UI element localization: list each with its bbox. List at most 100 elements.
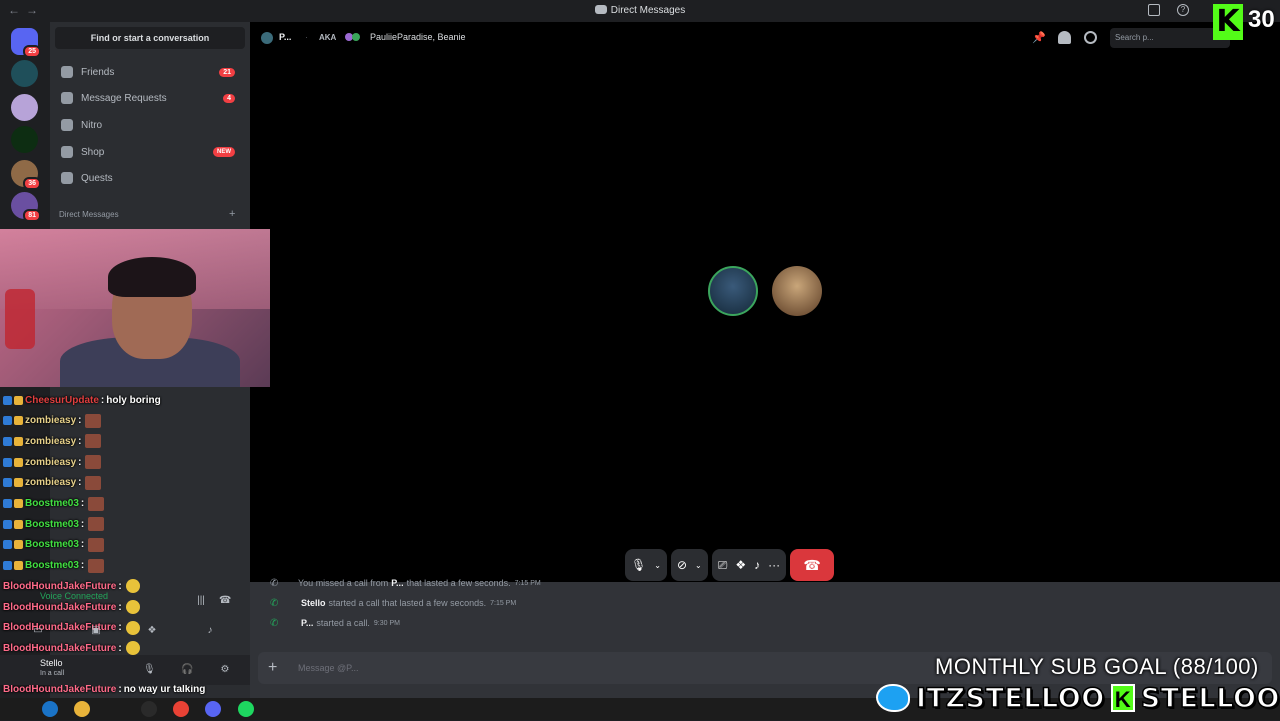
noise-suppression-icon[interactable]: ||| [195,595,207,607]
header-dot: · [305,32,308,42]
settings-gear-icon[interactable]: ⚙ [219,664,231,676]
soundboard-icon[interactable]: ♪ [754,558,760,572]
soundboard-small-icon[interactable]: ♪ [204,625,216,637]
chat-username: Boostme03 [25,560,79,572]
camera-off-icon[interactable]: ⊘ [677,558,687,572]
inbox-icon[interactable] [1148,4,1160,16]
prime-badge-icon [3,416,12,426]
home-dm-button[interactable]: 25 [11,28,41,58]
emote-icon [85,413,102,428]
search-input[interactable]: Search p... [1110,28,1230,48]
user-profile-icon[interactable] [1084,31,1097,44]
sidebar-item-label: Quests [81,172,113,184]
more-options-icon[interactable]: ··· [768,558,780,572]
pin-icon[interactable]: 📌 [1032,31,1046,44]
user-name[interactable]: Stello [40,658,63,668]
chat-username: zombieasy [25,435,77,447]
video-icon[interactable]: ▭ [32,625,44,637]
message-user[interactable]: P... [391,578,403,588]
streamer-webcam [0,229,270,387]
disconnect-icon[interactable]: ☎ [219,595,231,607]
chat-line: Boostme03 : [3,494,105,514]
emote-icon [85,475,102,490]
sidebar-item-label: Message Requests [81,92,167,104]
server-icon[interactable] [11,94,38,121]
call-icon: ✆ [270,617,279,629]
mic-options-chevron-icon[interactable]: ⌄ [654,561,661,570]
sub-badge-icon [14,457,23,467]
sidebar-item-shop[interactable]: Shop NEW [58,140,242,164]
sidebar-item-quests[interactable]: Quests [58,166,242,190]
camera-options-chevron-icon[interactable]: ⌄ [695,561,702,570]
mention-badge: 25 [23,45,41,58]
activities-icon[interactable]: ❖ [735,558,746,572]
prime-badge-icon [3,499,12,508]
kick-handle: STELLOOO [1140,682,1280,715]
chrome-taskbar-icon[interactable] [173,701,189,717]
callee-avatar[interactable] [772,266,822,316]
sidebar-item-nitro[interactable]: Nitro [58,113,242,137]
user-status: In a call [40,670,65,677]
prime-badge-icon [3,457,12,467]
attach-plus-icon[interactable]: + [268,660,277,676]
social-handles: ITZSTELLOO K STELLOOO [876,680,1280,716]
call-icon: ✆ [270,597,279,609]
message-timestamp: 7:15 PM [490,599,517,607]
message-user[interactable]: Stello [301,598,326,608]
deafen-headphones-icon[interactable]: 🎧 [181,664,193,676]
server-icon[interactable] [11,60,38,87]
sub-badge-icon [14,478,23,488]
help-icon[interactable]: ? [1177,4,1189,16]
sub-badge-icon [14,436,23,446]
dm-header-bar: P... · AKA PauliieParadise, Beanie 📌 Sea… [250,22,1280,54]
kick-logo-icon: K [1213,4,1243,40]
chat-line: Boostme03 : [3,556,105,576]
create-dm-plus-icon[interactable]: + [229,208,235,220]
mute-mic-icon[interactable]: 🎙 [143,664,156,676]
sidebar-item-friends[interactable]: Friends 21 [58,60,242,84]
window-title: Direct Messages [610,5,686,16]
screen-share-icon[interactable]: ⎚ [718,558,728,573]
webcam-person-hair [108,257,196,297]
chat-username: zombieasy [25,477,77,489]
server-icon[interactable] [11,126,38,153]
prime-badge-icon [3,436,12,446]
message-user[interactable]: P... [301,618,313,628]
discord-icon [594,5,607,14]
chat-line: Boostme03 : [3,535,105,555]
spotify-taskbar-icon[interactable] [238,701,254,717]
title-bar: ←→ Direct Messages ? [0,0,1280,22]
aka-names: PauliieParadise, Beanie [370,32,466,42]
emote-icon [88,537,105,552]
nitro-icon [61,119,73,131]
mention-badge: 36 [23,177,41,190]
user-panel: Stello In a call 🎙 🎧 ⚙ [0,655,250,685]
sidebar-item-message-requests[interactable]: Message Requests 4 [58,86,242,110]
obs-taskbar-icon[interactable] [141,701,157,717]
discord-taskbar-icon[interactable] [205,701,221,717]
chat-separator: : [78,415,82,427]
message-input[interactable]: Message @P... [298,663,359,673]
quests-icon [61,172,73,184]
message-prefix: You missed a call from [298,578,389,588]
call-system-message: ✆ P... started a call. 9:30 PM [270,615,400,631]
find-conversation-button[interactable]: Find or start a conversation [55,27,245,49]
dm-name[interactable]: P... [279,32,291,42]
edge-taskbar-icon[interactable] [42,701,58,717]
caller-avatar[interactable] [708,266,758,316]
microphone-icon[interactable]: 🎙 [631,558,646,572]
add-friends-icon[interactable] [1058,31,1071,44]
chat-separator: : [80,539,85,551]
screen-share-small-icon[interactable]: ▣ [90,625,102,637]
friends-icon [61,66,73,78]
server-icon[interactable]: 36 [11,160,41,190]
mention-badge: 81 [23,209,41,222]
call-system-message: ✆ Stello started a call that lasted a few … [270,595,516,611]
activity-small-icon[interactable]: ❖ [146,625,158,637]
call-area: 🎙 ⌄ ⊘ ⌄ ⎚ ❖ ♪ ··· ☎ [250,54,1280,582]
chat-line: zombieasy : [3,452,102,472]
chat-separator: : [78,477,82,489]
explorer-taskbar-icon[interactable] [74,701,90,717]
server-icon[interactable]: 81 [11,192,41,222]
chat-username: CheesurUpdate [25,394,99,406]
